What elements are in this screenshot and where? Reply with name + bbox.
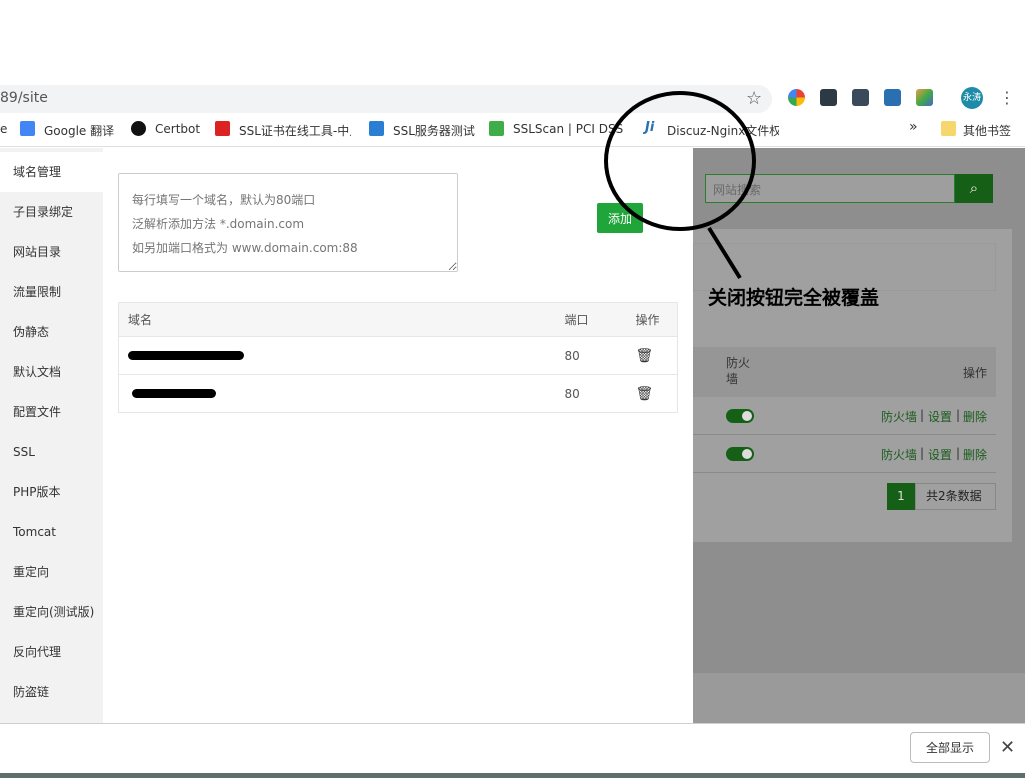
- annotation-ellipse: [604, 91, 756, 231]
- firewall-link: 防火墙: [881, 448, 918, 462]
- bookmark-other[interactable]: 其他书签: [963, 122, 1011, 139]
- bookmark-ssl-server-test[interactable]: SSL服务器测试: [393, 122, 475, 139]
- domain-textarea[interactable]: [118, 173, 458, 272]
- lock-icon: [369, 121, 384, 136]
- port-cell: 80: [555, 336, 627, 375]
- delete-link: 删除: [963, 448, 988, 462]
- delete-link: 删除: [963, 410, 988, 424]
- action-cell: 🗑: [626, 336, 678, 375]
- browser-window-top: [0, 0, 1025, 85]
- action-column-header: 操作: [626, 302, 678, 337]
- profile-avatar[interactable]: 永涛: [961, 87, 983, 109]
- annotation-text: 关闭按钮完全被覆盖: [708, 287, 880, 309]
- ssl-tool-icon: [215, 121, 230, 136]
- settings-link: 设置: [928, 410, 953, 424]
- link-separator: |: [956, 446, 961, 460]
- browser-menu-icon[interactable]: ⋮: [999, 88, 1015, 107]
- sidebar-item-6[interactable]: 默认文档: [0, 352, 103, 392]
- background-footer: [693, 673, 1025, 723]
- action-cell: 🗑: [626, 374, 678, 413]
- sidebar-item-13[interactable]: 反向代理: [0, 632, 103, 672]
- trash-icon[interactable]: 🗑: [636, 348, 654, 364]
- folder-icon: [941, 121, 956, 136]
- trash-icon[interactable]: 🗑: [636, 386, 654, 402]
- chrome-extension-icon[interactable]: [788, 89, 805, 106]
- pagination-total: 共2条数据: [915, 483, 996, 510]
- certbot-icon: [131, 121, 146, 136]
- sidebar-item-4[interactable]: 流量限制: [0, 272, 103, 312]
- action-column-header: 操作: [963, 366, 988, 380]
- sidebar-item-7[interactable]: 配置文件: [0, 392, 103, 432]
- google-translate-icon: [20, 121, 35, 136]
- download-bar: [0, 723, 1025, 778]
- annotation-circle: [604, 91, 756, 280]
- bookmark-google-translate[interactable]: Google 翻译: [44, 122, 114, 139]
- more-bookmarks-icon[interactable]: »: [909, 119, 918, 135]
- domain-column-header: 域名: [118, 302, 556, 337]
- show-all-downloads-button[interactable]: 全部显示: [910, 732, 990, 763]
- redacted-domain: [132, 388, 216, 398]
- sidebar-item-11[interactable]: 重定向: [0, 552, 103, 592]
- domain-cell: [118, 374, 556, 413]
- port-cell: 80: [555, 374, 627, 413]
- sidebar-item-9[interactable]: PHP版本: [0, 472, 103, 512]
- annotation-pointer-line: [707, 226, 742, 280]
- lock-icon: [489, 121, 504, 136]
- bookmark-item[interactable]: e: [0, 122, 7, 136]
- firewall-toggle: [726, 409, 754, 423]
- sidebar-item-3[interactable]: 网站目录: [0, 232, 103, 272]
- extension-icon[interactable]: [916, 89, 933, 106]
- sidebar-item-2[interactable]: 子目录绑定: [0, 192, 103, 232]
- sidebar-item-5[interactable]: 伪静态: [0, 312, 103, 352]
- sidebar-item-14[interactable]: 防盗链: [0, 672, 103, 712]
- address-text[interactable]: 89/site: [0, 90, 48, 106]
- firewall-link: 防火墙: [881, 410, 918, 424]
- settings-link: 设置: [928, 448, 953, 462]
- close-icon[interactable]: ✕: [1000, 737, 1015, 758]
- domain-table: 域名 端口 操作 80 🗑 80 🗑: [118, 302, 678, 413]
- sidebar-item-1[interactable]: 域名管理: [0, 152, 103, 192]
- sidebar-item-12[interactable]: 重定向(测试版): [0, 592, 103, 632]
- extension-icon[interactable]: [820, 89, 837, 106]
- taskbar-strip: [0, 773, 1025, 778]
- table-header-row: 域名 端口 操作: [118, 302, 678, 337]
- extension-icon[interactable]: [884, 89, 901, 106]
- sidebar-item-8[interactable]: SSL: [0, 432, 103, 472]
- port-column-header: 端口: [555, 302, 627, 337]
- domain-cell: [118, 336, 556, 375]
- bookmark-ssl-tool[interactable]: SSL证书在线工具-中⼈: [239, 122, 351, 139]
- firewall-column-header: 防火 墙: [726, 356, 751, 386]
- link-separator: |: [920, 408, 925, 422]
- firewall-toggle: [726, 447, 754, 461]
- extension-icon[interactable]: [852, 89, 869, 106]
- bookmark-certbot[interactable]: Certbot: [155, 122, 200, 136]
- redacted-domain: [128, 350, 244, 360]
- sidebar-item-10[interactable]: Tomcat: [0, 512, 103, 552]
- search-icon: ⌕: [955, 174, 993, 203]
- link-separator: |: [920, 446, 925, 460]
- table-row: 80 🗑: [118, 374, 678, 413]
- link-separator: |: [956, 408, 961, 422]
- table-row: 80 🗑: [118, 336, 678, 375]
- pagination-current: 1: [887, 483, 915, 510]
